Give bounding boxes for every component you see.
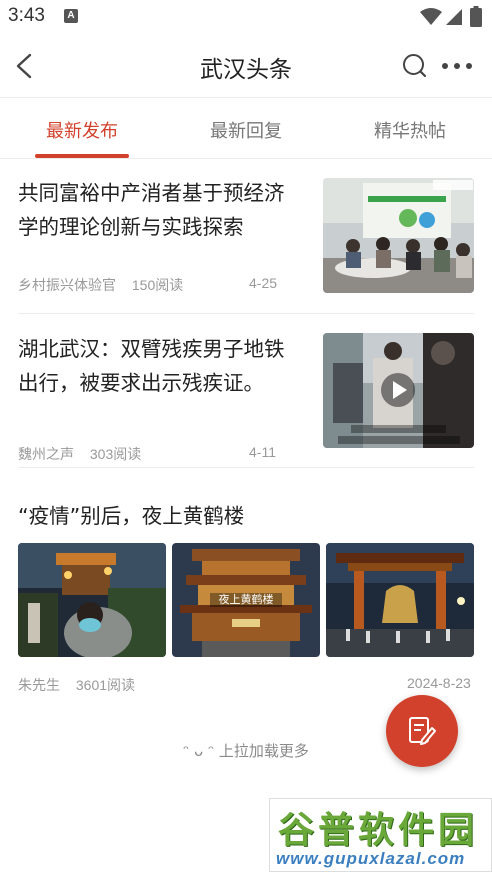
video-thumbnail[interactable] xyxy=(323,333,474,448)
signal-icon xyxy=(446,9,462,25)
article-author: 乡村振兴体验官 xyxy=(18,277,116,293)
status-bar: 3:43 A xyxy=(0,0,492,34)
article-title[interactable]: 湖北武汉：双臂残疾男子地铁出行，被要求出示残疾证。 xyxy=(18,332,298,400)
search-icon[interactable] xyxy=(401,52,429,80)
gallery-post-meta: 朱先生 3601阅读 xyxy=(18,675,135,695)
yellow-crane-tower-photo[interactable]: 夜上黄鹤楼 xyxy=(172,543,320,657)
article-meta: 魏州之声 303阅读 xyxy=(18,444,141,464)
site-watermark: 谷普软件园 www.gupuxlazal.com xyxy=(269,798,492,872)
bell-gate-photo[interactable] xyxy=(326,543,474,657)
article-item[interactable]: 湖北武汉：双臂残疾男子地铁出行，被要求出示残疾证。 魏州之声 303阅读 4-1… xyxy=(18,314,474,468)
article-item[interactable]: 共同富裕中产消者基于预经济学的理论创新与实践探索 乡村振兴体验官 150阅读 4… xyxy=(18,160,474,314)
gallery-post-title[interactable]: “疫情”别后，夜上黄鹤楼 xyxy=(18,499,244,533)
tab-latest-posts[interactable]: 最新发布 xyxy=(27,117,137,143)
article-date: 4-25 xyxy=(249,275,278,291)
watermark-text: 谷普软件园 xyxy=(278,810,479,851)
article-reads: 303阅读 xyxy=(89,446,142,462)
article-reads: 150阅读 xyxy=(131,277,184,293)
notification-a-icon: A xyxy=(64,9,78,23)
battery-icon xyxy=(470,6,482,27)
active-tab-indicator xyxy=(35,154,129,158)
article-date: 4-11 xyxy=(249,444,276,460)
gallery-post-author: 朱先生 xyxy=(18,677,60,693)
night-street-photo[interactable] xyxy=(18,543,166,657)
more-icon[interactable] xyxy=(440,56,476,76)
watermark-url: www.gupuxlazal.com xyxy=(276,849,466,868)
status-time: 3:43 xyxy=(8,5,45,26)
tab-bar: 最新发布 最新回复 精华热帖 xyxy=(0,99,492,159)
article-meta: 乡村振兴体验官 150阅读 xyxy=(18,275,183,295)
gallery-post-reads: 3601阅读 xyxy=(75,677,136,693)
article-author: 魏州之声 xyxy=(18,446,74,462)
article-title[interactable]: 共同富裕中产消者基于预经济学的理论创新与实践探索 xyxy=(18,176,298,244)
edit-icon xyxy=(409,717,436,745)
gallery-post-date: 2024-8-23 xyxy=(407,675,471,691)
tab-featured-hot[interactable]: 精华热帖 xyxy=(355,117,465,143)
photo-caption: 夜上黄鹤楼 xyxy=(219,592,274,606)
gallery-post[interactable]: “疫情”别后，夜上黄鹤楼 夜上黄鹤楼 朱先生 3601阅读 2024-8-23 xyxy=(18,499,474,699)
navigation-bar: 武汉头条 xyxy=(0,34,492,98)
new-post-button[interactable] xyxy=(386,695,458,767)
meeting-photo-thumbnail[interactable] xyxy=(323,178,474,293)
wifi-icon xyxy=(420,8,442,25)
tab-latest-replies[interactable]: 最新回复 xyxy=(191,117,301,143)
